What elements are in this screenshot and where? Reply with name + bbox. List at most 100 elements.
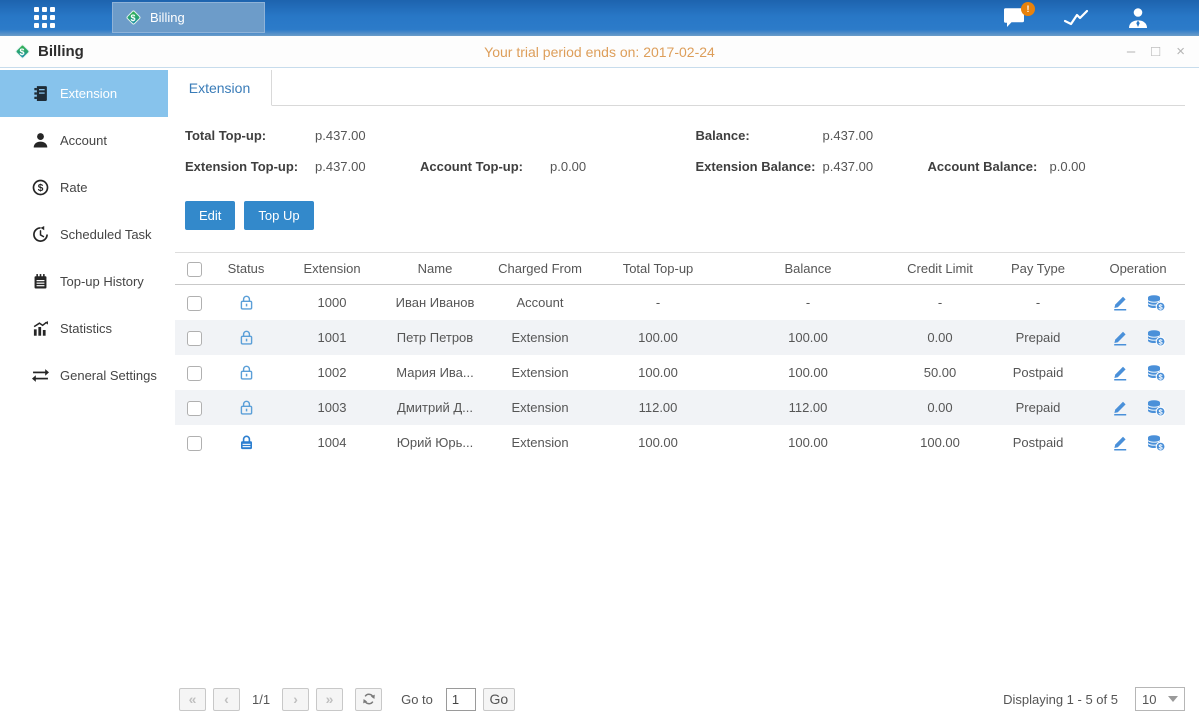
last-page-button[interactable]: » (316, 688, 343, 711)
person-icon (32, 132, 49, 149)
balance-value: p.437.00 (823, 128, 874, 143)
clock-icon (32, 226, 49, 243)
window-title-bar: $ Billing Your trial period ends on: 201… (0, 36, 1199, 68)
row-checkbox[interactable] (187, 331, 202, 346)
credit-limit-cell: 0.00 (895, 400, 985, 415)
sidebar-item-label: Account (60, 133, 107, 148)
extension-topup-label: Extension Top-up: (185, 159, 315, 174)
row-checkbox[interactable] (187, 401, 202, 416)
unlocked-icon (238, 364, 255, 381)
edit-pencil-icon[interactable] (1111, 294, 1129, 311)
total-topup-cell: 100.00 (595, 365, 721, 380)
page-size-select[interactable]: 10 (1135, 687, 1185, 711)
sidebar-item-account[interactable]: Account (0, 117, 168, 164)
app-launcher-icon[interactable] (34, 7, 72, 29)
notepad-icon (32, 273, 49, 290)
go-button[interactable]: Go (483, 688, 515, 711)
tab-strip: Extension (168, 70, 1185, 106)
charged-from-cell: Extension (485, 400, 595, 415)
balance-cell: 100.00 (721, 365, 895, 380)
edit-pencil-icon[interactable] (1111, 434, 1129, 451)
maximize-icon[interactable]: □ (1151, 44, 1160, 59)
ledger-icon (32, 85, 49, 102)
sidebar-item-scheduled-task[interactable]: Scheduled Task (0, 211, 168, 258)
table-row: 1004 Юрий Юрь... Extension 100.00 100.00… (175, 425, 1185, 460)
credit-limit-cell: 100.00 (895, 435, 985, 450)
locked-icon (238, 434, 255, 451)
balance-cell: - (721, 295, 895, 310)
top-up-coins-icon[interactable]: $ (1146, 364, 1166, 382)
charged-from-cell: Account (485, 295, 595, 310)
col-status: Status (213, 261, 279, 276)
edit-pencil-icon[interactable] (1111, 364, 1129, 381)
edit-button[interactable]: Edit (185, 201, 235, 230)
table-body: 1000 Иван Иванов Account - - - - (175, 285, 1185, 460)
billing-diamond-dollar-icon: $ (125, 10, 141, 26)
sidebar-item-label: Top-up History (60, 274, 144, 289)
pagination-bar: « ‹ 1/1 › » Go to Go Displaying 1 - 5 of… (179, 687, 1185, 711)
col-pay-type: Pay Type (985, 261, 1091, 276)
table-row: 1001 Петр Петров Extension 100.00 100.00… (175, 320, 1185, 355)
pay-type-cell: Prepaid (985, 400, 1091, 415)
sidebar-item-extension[interactable]: Extension (0, 70, 168, 117)
table-header: Status Extension Name Charged From Total… (175, 252, 1185, 285)
billing-app-tab[interactable]: $ Billing (112, 2, 265, 33)
sidebar-item-general-settings[interactable]: General Settings (0, 352, 168, 399)
goto-page-input[interactable] (446, 688, 476, 711)
edit-pencil-icon[interactable] (1111, 399, 1129, 416)
top-up-coins-icon[interactable]: $ (1146, 434, 1166, 452)
balance-label: Balance: (696, 128, 823, 143)
top-app-bar: $ Billing ! (0, 0, 1199, 36)
status-cell (213, 364, 279, 381)
operation-cell: $ (1091, 364, 1185, 382)
col-name: Name (385, 261, 485, 276)
sidebar-item-topup-history[interactable]: Top-up History (0, 258, 168, 305)
status-cell (213, 399, 279, 416)
total-topup-label: Total Top-up: (185, 128, 315, 143)
charged-from-cell: Extension (485, 435, 595, 450)
person-icon[interactable] (1125, 5, 1151, 31)
refresh-button[interactable] (355, 688, 382, 711)
line-chart-icon[interactable] (1063, 5, 1089, 31)
operation-cell: $ (1091, 434, 1185, 452)
row-checkbox[interactable] (187, 296, 202, 311)
svg-text:$: $ (38, 183, 44, 194)
minimize-icon[interactable]: – (1127, 44, 1135, 59)
top-up-coins-icon[interactable]: $ (1146, 399, 1166, 417)
top-up-button[interactable]: Top Up (244, 201, 313, 230)
col-balance: Balance (721, 261, 895, 276)
unlocked-icon (238, 399, 255, 416)
status-cell (213, 294, 279, 311)
page-size-value: 10 (1142, 692, 1156, 707)
displaying-text: Displaying 1 - 5 of 5 (1003, 692, 1118, 707)
sidebar-item-statistics[interactable]: Statistics (0, 305, 168, 352)
first-page-button[interactable]: « (179, 688, 206, 711)
close-icon[interactable]: × (1176, 44, 1185, 59)
top-up-coins-icon[interactable]: $ (1146, 329, 1166, 347)
sidebar-item-label: General Settings (60, 368, 157, 383)
pay-type-cell: Prepaid (985, 330, 1091, 345)
message-icon[interactable]: ! (1001, 5, 1027, 31)
row-checkbox[interactable] (187, 366, 202, 381)
credit-limit-cell: - (895, 295, 985, 310)
account-balance-label: Account Balance: (928, 159, 1050, 174)
col-credit-limit: Credit Limit (895, 261, 985, 276)
prev-page-button[interactable]: ‹ (213, 688, 240, 711)
extension-cell: 1003 (279, 400, 385, 415)
extension-table: Status Extension Name Charged From Total… (175, 252, 1185, 460)
next-page-button[interactable]: › (282, 688, 309, 711)
operation-cell: $ (1091, 399, 1185, 417)
total-topup-cell: 112.00 (595, 400, 721, 415)
row-checkbox[interactable] (187, 436, 202, 451)
edit-pencil-icon[interactable] (1111, 329, 1129, 346)
account-balance-value: p.0.00 (1050, 159, 1086, 174)
select-all-checkbox[interactable] (187, 262, 202, 277)
status-cell (213, 329, 279, 346)
sidebar-item-rate[interactable]: $ Rate (0, 164, 168, 211)
account-topup-label: Account Top-up: (420, 159, 550, 174)
tab-extension[interactable]: Extension (168, 70, 272, 106)
top-up-coins-icon[interactable]: $ (1146, 294, 1166, 312)
page-indicator: 1/1 (252, 692, 270, 707)
unlocked-icon (238, 294, 255, 311)
extension-cell: 1000 (279, 295, 385, 310)
